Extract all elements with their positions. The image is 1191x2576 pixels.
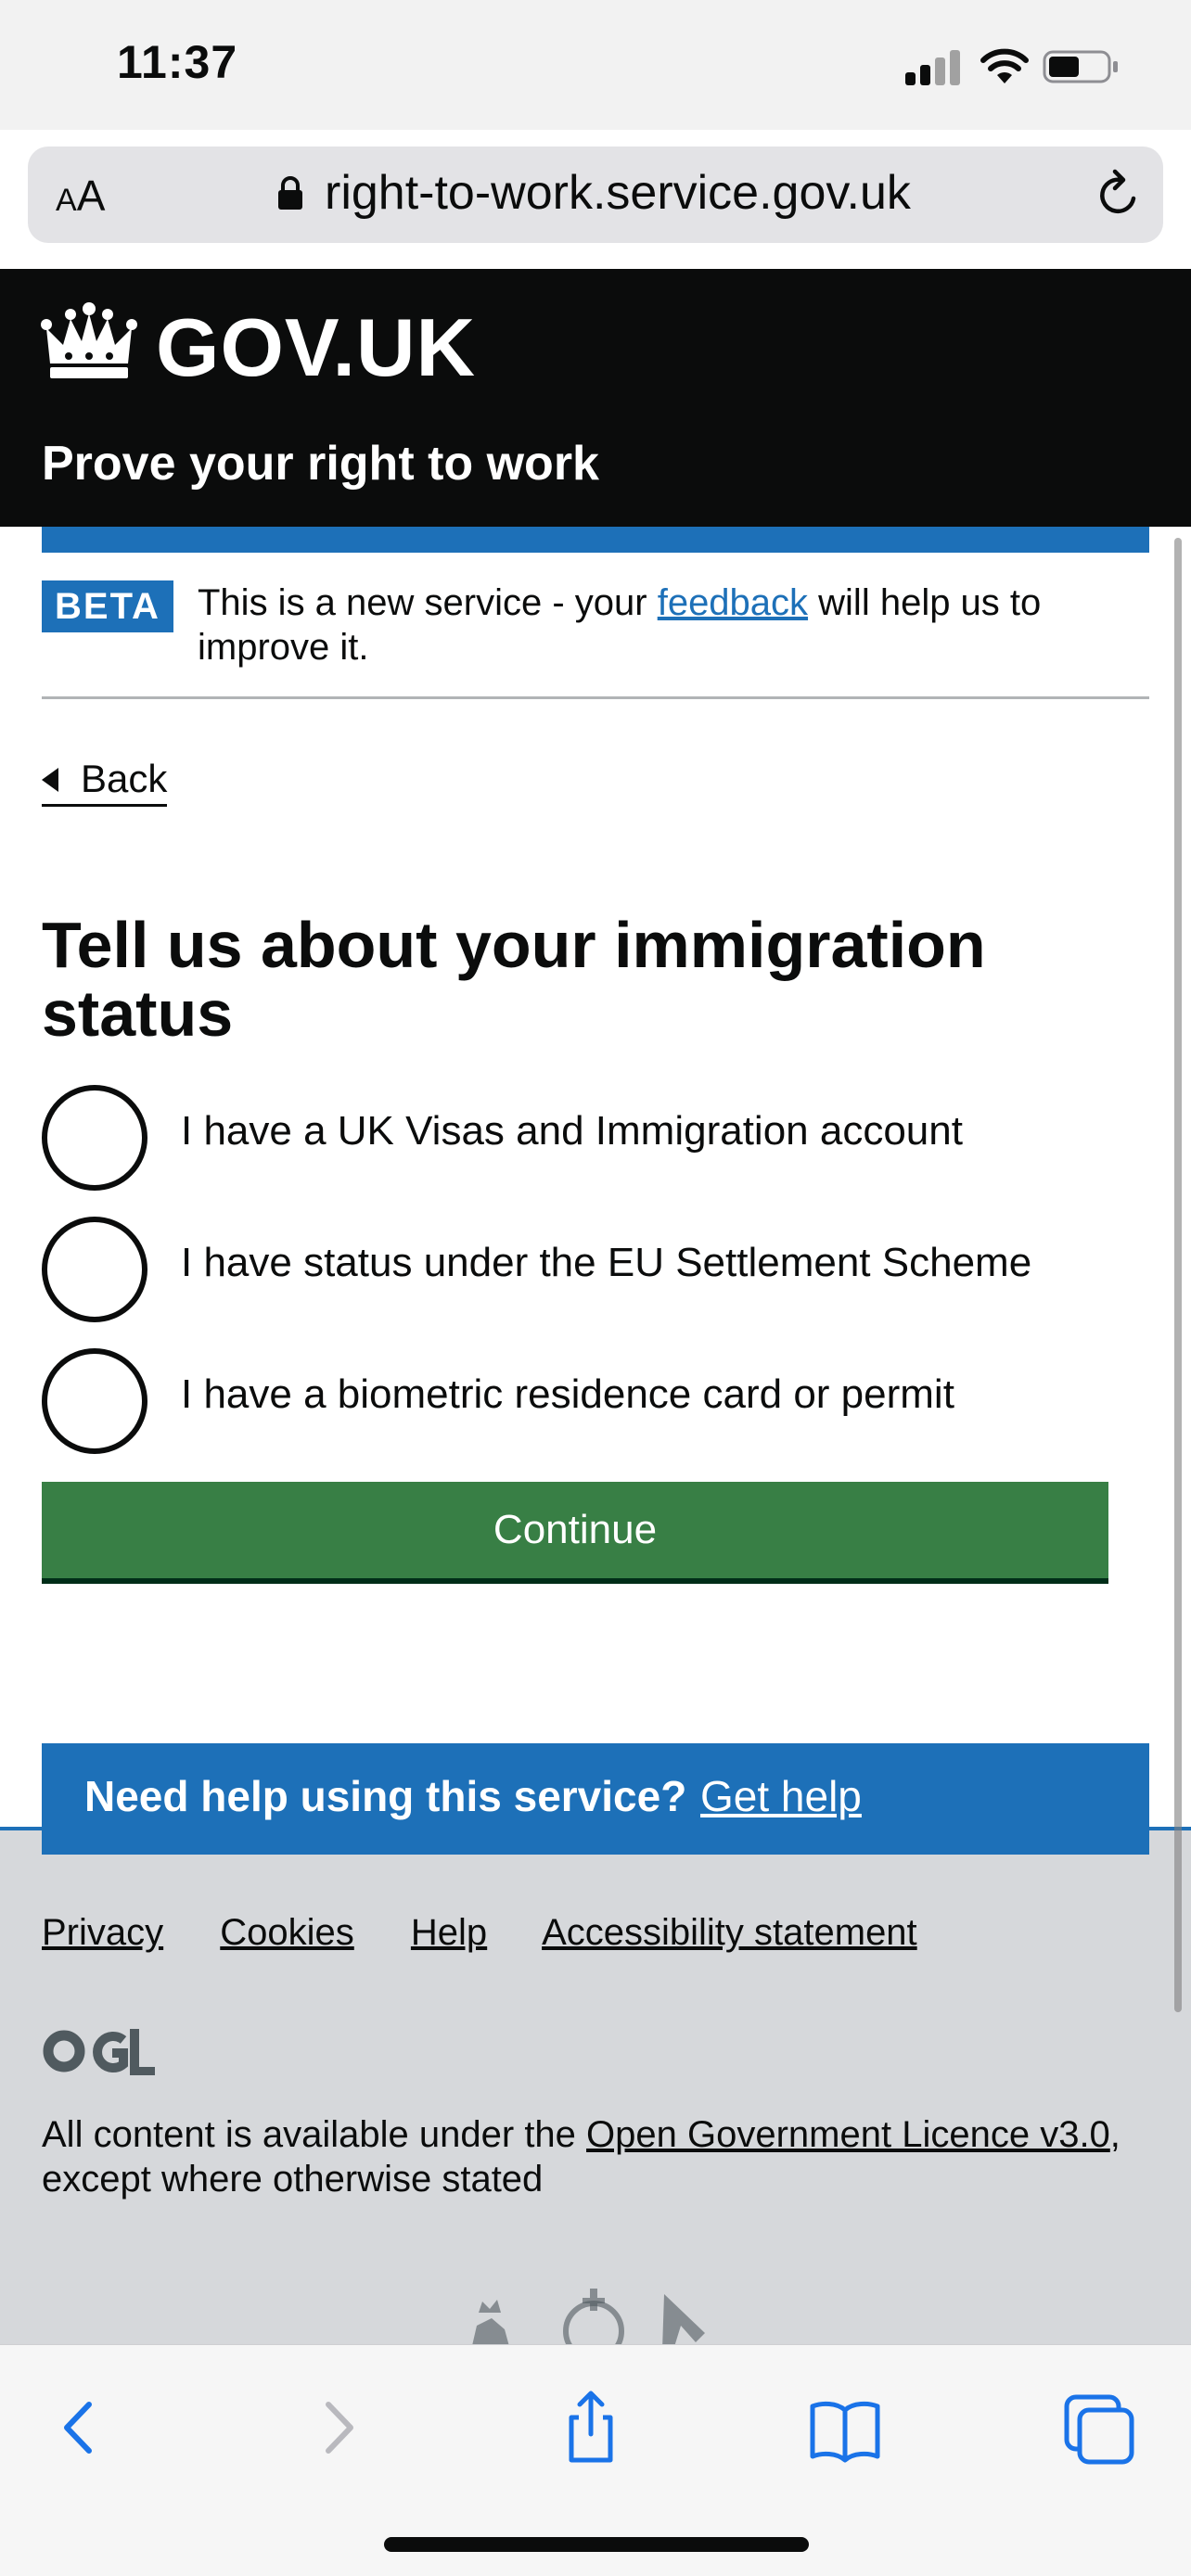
page-heading: Tell us about your immigration status [42,909,986,1050]
radio-option-biometric-card[interactable]: I have a biometric residence card or per… [42,1348,1149,1480]
back-link[interactable]: Back [42,753,168,807]
status-bar: 11:37 [0,0,1191,130]
address-bar[interactable]: AA right-to-work.service.gov.uk [28,147,1163,243]
radio-option-ukvi-account[interactable]: I have a UK Visas and Immigration accoun… [42,1085,1149,1217]
footer-link-privacy[interactable]: Privacy [42,1912,163,1953]
radio-label[interactable]: I have a biometric residence card or per… [181,1371,954,1419]
home-indicator [384,2537,809,2552]
footer-links: Privacy Cookies Help Accessibility state… [42,1912,964,1954]
radio-button[interactable] [42,1348,147,1454]
tabs-icon[interactable] [1057,2386,1141,2469]
status-time: 11:37 [117,36,238,88]
wifi-icon [980,48,1029,83]
phase-banner-text: This is a new service - your feedback wi… [198,582,1042,668]
battery-icon [1043,50,1118,83]
radio-button[interactable] [42,1217,147,1322]
bookmarks-icon[interactable] [803,2386,887,2469]
continue-button[interactable]: Continue [42,1482,1108,1578]
footer-link-help[interactable]: Help [411,1912,487,1953]
forward-icon[interactable] [297,2386,380,2469]
scrollbar[interactable] [1174,538,1182,2012]
reload-icon[interactable] [1093,167,1145,223]
govuk-header: GOV.UK Prove your right to work [0,269,1191,527]
immigration-status-radios: I have a UK Visas and Immigration accoun… [42,1085,1149,1480]
radio-label[interactable]: I have a UK Visas and Immigration accoun… [181,1107,963,1155]
footer: Privacy Cookies Help Accessibility state… [0,1827,1191,2350]
back-icon[interactable] [37,2386,121,2469]
share-icon[interactable] [549,2386,633,2469]
footer-link-accessibility[interactable]: Accessibility statement [542,1912,917,1953]
open-government-licence-link[interactable]: Open Government Licence v3.0 [586,2114,1110,2155]
radio-option-eu-settlement[interactable]: I have status under the EU Settlement Sc… [42,1217,1149,1348]
lock-icon [278,176,302,210]
phase-banner: BETA This is a new service - your feedba… [42,577,1149,699]
get-help-link[interactable]: Get help [700,1771,862,1821]
feedback-link[interactable]: feedback [658,582,808,623]
service-name[interactable]: Prove your right to work [42,436,599,491]
url-text[interactable]: right-to-work.service.gov.uk [325,165,911,221]
footer-link-cookies[interactable]: Cookies [220,1912,354,1953]
help-banner: Need help using this service? Get help [42,1743,1149,1855]
licence-text: All content is available under the Open … [42,2114,1121,2200]
cellular-signal-icon [905,48,961,85]
radio-button[interactable] [42,1085,147,1191]
help-banner-text: Need help using this service? [84,1772,687,1820]
reader-text-size-button[interactable]: AA [56,171,105,221]
radio-label[interactable]: I have status under the EU Settlement Sc… [181,1239,1031,1287]
header-blue-strip [42,527,1149,553]
beta-tag: BETA [42,580,173,632]
govuk-logo[interactable]: GOV.UK [156,300,476,395]
ogl-logo-icon [43,2029,155,2075]
royal-coat-of-arms-icon [471,2289,705,2350]
back-chevron-icon [42,768,58,792]
crown-icon [41,302,137,378]
